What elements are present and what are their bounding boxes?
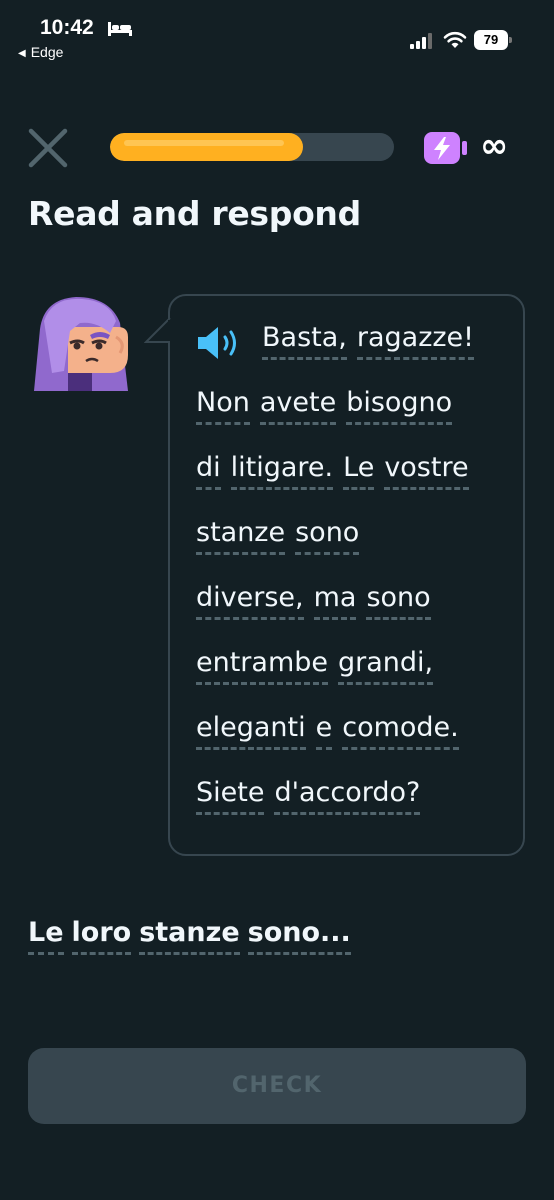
passage-word[interactable]: di: [196, 452, 221, 490]
passage-word[interactable]: ragazze!: [356, 322, 474, 360]
passage-word[interactable]: Basta,: [262, 322, 347, 360]
page-title: Read and respond: [28, 194, 361, 233]
question-word[interactable]: stanze: [139, 917, 240, 955]
passage-line: Non avete bisogno: [196, 387, 453, 425]
lesson-progress-fill: [110, 133, 304, 161]
battery-percent: 79: [483, 32, 499, 47]
passage-word[interactable]: diverse,: [196, 582, 304, 620]
passage-word[interactable]: bisogno: [346, 387, 453, 425]
passage-word[interactable]: stanze: [196, 517, 286, 555]
passage-line: stanze sono: [196, 517, 360, 555]
passage-word[interactable]: grandi,: [338, 647, 434, 685]
back-to-app-link[interactable]: ◀ Edge: [18, 44, 63, 60]
speech-bubble: [168, 294, 525, 856]
bed-icon: [108, 22, 132, 36]
passage-word[interactable]: vostre: [384, 452, 469, 490]
passage-line: Siete d'accordo?: [196, 777, 421, 815]
passage-word[interactable]: sono: [295, 517, 360, 555]
energy-battery-icon[interactable]: [423, 131, 469, 165]
passage-line: di litigare. Le vostre: [196, 452, 469, 490]
passage-word[interactable]: eleganti: [196, 712, 306, 750]
passage-word[interactable]: Non: [196, 387, 250, 425]
status-bar: 10:42 ◀ Edge 79: [0, 0, 554, 70]
status-time: 10:42: [40, 16, 94, 39]
passage-line: diverse, ma sono: [196, 582, 431, 620]
passage-word[interactable]: ma: [313, 582, 357, 620]
back-app-label: Edge: [30, 44, 64, 60]
question-word[interactable]: sono...: [247, 917, 351, 955]
passage-word[interactable]: comode.: [342, 712, 459, 750]
lesson-progress-bar: [110, 133, 394, 161]
passage-word[interactable]: litigare.: [230, 452, 334, 490]
passage-line: Basta, ragazze!: [262, 322, 474, 360]
speaker-icon[interactable]: [196, 325, 242, 361]
close-icon[interactable]: [26, 126, 70, 170]
passage-word[interactable]: Le: [343, 452, 375, 490]
passage-line: eleganti e comode.: [196, 712, 459, 750]
passage-word[interactable]: d'accordo?: [274, 777, 421, 815]
passage-word[interactable]: Siete: [196, 777, 265, 815]
battery-indicator: 79: [474, 30, 512, 50]
passage-word[interactable]: e: [315, 712, 333, 750]
character-avatar: [34, 297, 128, 391]
passage-word[interactable]: entrambe: [196, 647, 329, 685]
check-button[interactable]: CHECK: [28, 1048, 526, 1124]
question-prompt: Le loro stanze sono...: [28, 917, 351, 955]
wifi-icon: [443, 31, 467, 48]
question-word[interactable]: Le: [28, 917, 64, 955]
passage-line: entrambe grandi,: [196, 647, 434, 685]
question-word[interactable]: loro: [71, 917, 132, 955]
speech-bubble-tail: [144, 318, 172, 343]
passage-word[interactable]: avete: [259, 387, 337, 425]
cellular-signal-icon: [410, 33, 432, 49]
energy-infinity-label: ∞: [480, 126, 509, 166]
passage-word[interactable]: sono: [366, 582, 431, 620]
